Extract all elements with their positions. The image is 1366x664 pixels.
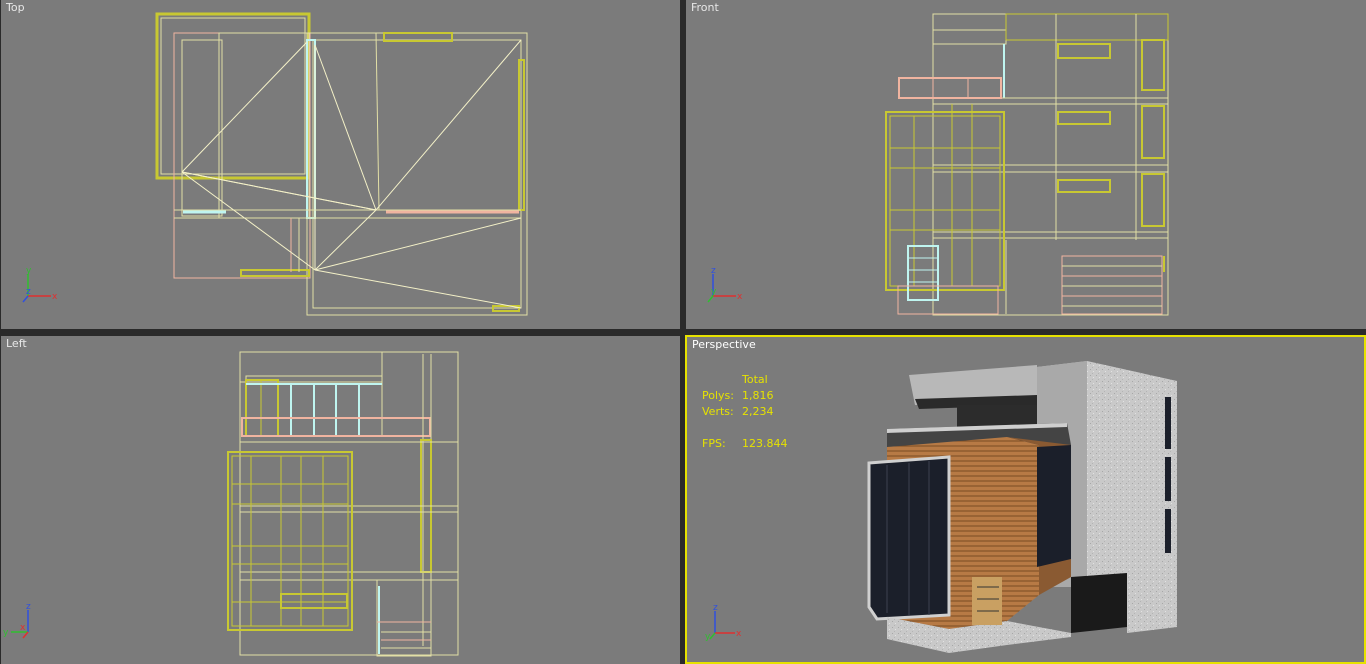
viewport-left[interactable]: Left z x y bbox=[1, 336, 680, 664]
viewport-label-left[interactable]: Left bbox=[6, 337, 27, 350]
viewport-top[interactable]: Top y z x bbox=[1, 0, 680, 329]
fps-label: FPS: bbox=[702, 437, 726, 450]
viewport-label-perspective[interactable]: Perspective bbox=[692, 338, 756, 351]
axis-label: x bbox=[737, 292, 743, 302]
polys-label: Polys: bbox=[702, 389, 734, 402]
axis-label: z bbox=[26, 287, 31, 297]
axis-gizmo-icon: y z x bbox=[22, 266, 58, 303]
axis-label: z bbox=[713, 603, 718, 613]
front-view-wireframe bbox=[885, 13, 1169, 316]
fps-value: 123.844 bbox=[742, 437, 788, 450]
perspective-render bbox=[867, 361, 1177, 653]
axis-label: x bbox=[52, 292, 58, 302]
viewport-perspective[interactable]: Perspective Total Polys: 1,816 Verts: 2,23… bbox=[685, 335, 1366, 664]
axis-label: y bbox=[3, 628, 9, 638]
axis-gizmo-icon: z x y bbox=[3, 602, 31, 639]
axis-label: x bbox=[20, 623, 26, 633]
viewport-label-front[interactable]: Front bbox=[691, 1, 719, 14]
axis-label: z bbox=[26, 602, 31, 612]
axis-label: y bbox=[26, 266, 32, 276]
axis-label: y bbox=[711, 287, 717, 297]
stats-header: Total bbox=[742, 373, 768, 386]
left-view-wireframe bbox=[227, 351, 459, 657]
axis-gizmo-icon: z y x bbox=[705, 603, 742, 642]
polys-value: 1,816 bbox=[742, 389, 774, 402]
verts-label: Verts: bbox=[702, 405, 734, 418]
axis-label: z bbox=[711, 266, 716, 276]
axis-gizmo-icon: z y x bbox=[707, 266, 743, 303]
viewport-label-top[interactable]: Top bbox=[6, 1, 25, 14]
viewport-front[interactable]: Front z y x bbox=[686, 0, 1366, 329]
axis-label: x bbox=[736, 629, 742, 639]
axis-label: y bbox=[705, 632, 711, 642]
top-view-wireframe bbox=[155, 12, 528, 316]
verts-value: 2,234 bbox=[742, 405, 774, 418]
